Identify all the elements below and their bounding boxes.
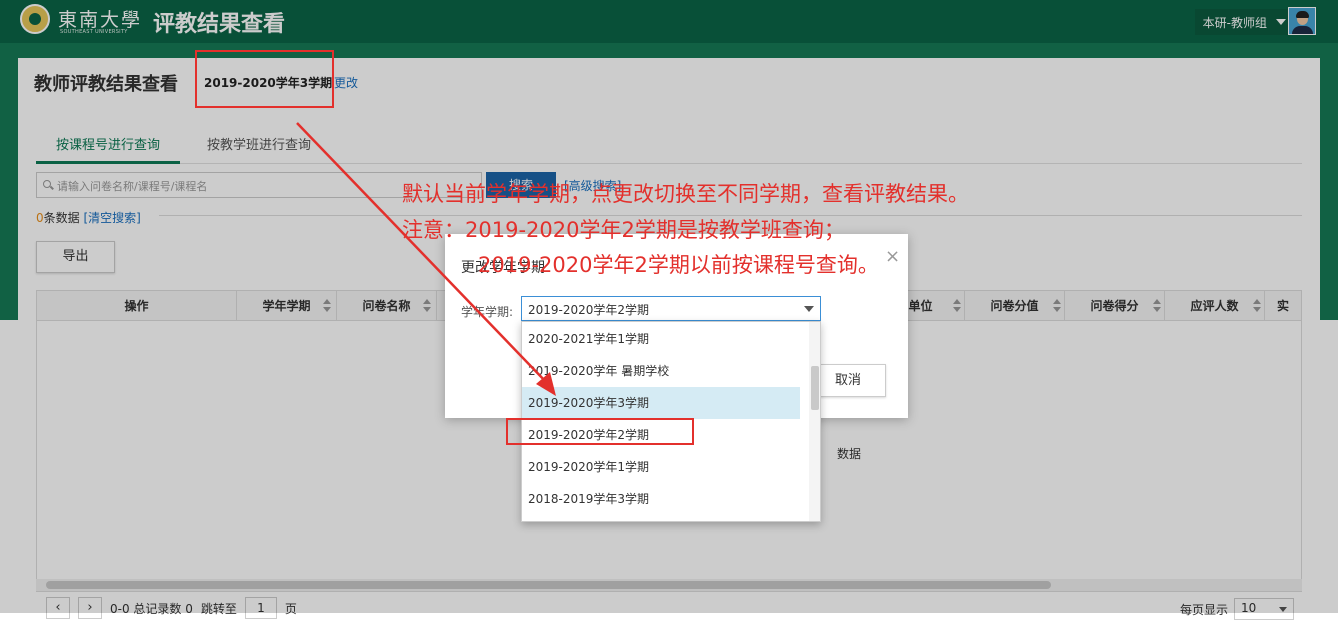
annotation-line-2: 注意：2019-2020学年2学期是按教学班查询； — [402, 218, 845, 242]
annotation-line-3: 2019-2020学年2学期以前按课程号查询。 — [478, 253, 879, 277]
annotation-arrow — [296, 122, 556, 396]
annotation-line-1: 默认当前学年学期，点更改切换至不同学期，查看评教结果。 — [402, 182, 969, 206]
